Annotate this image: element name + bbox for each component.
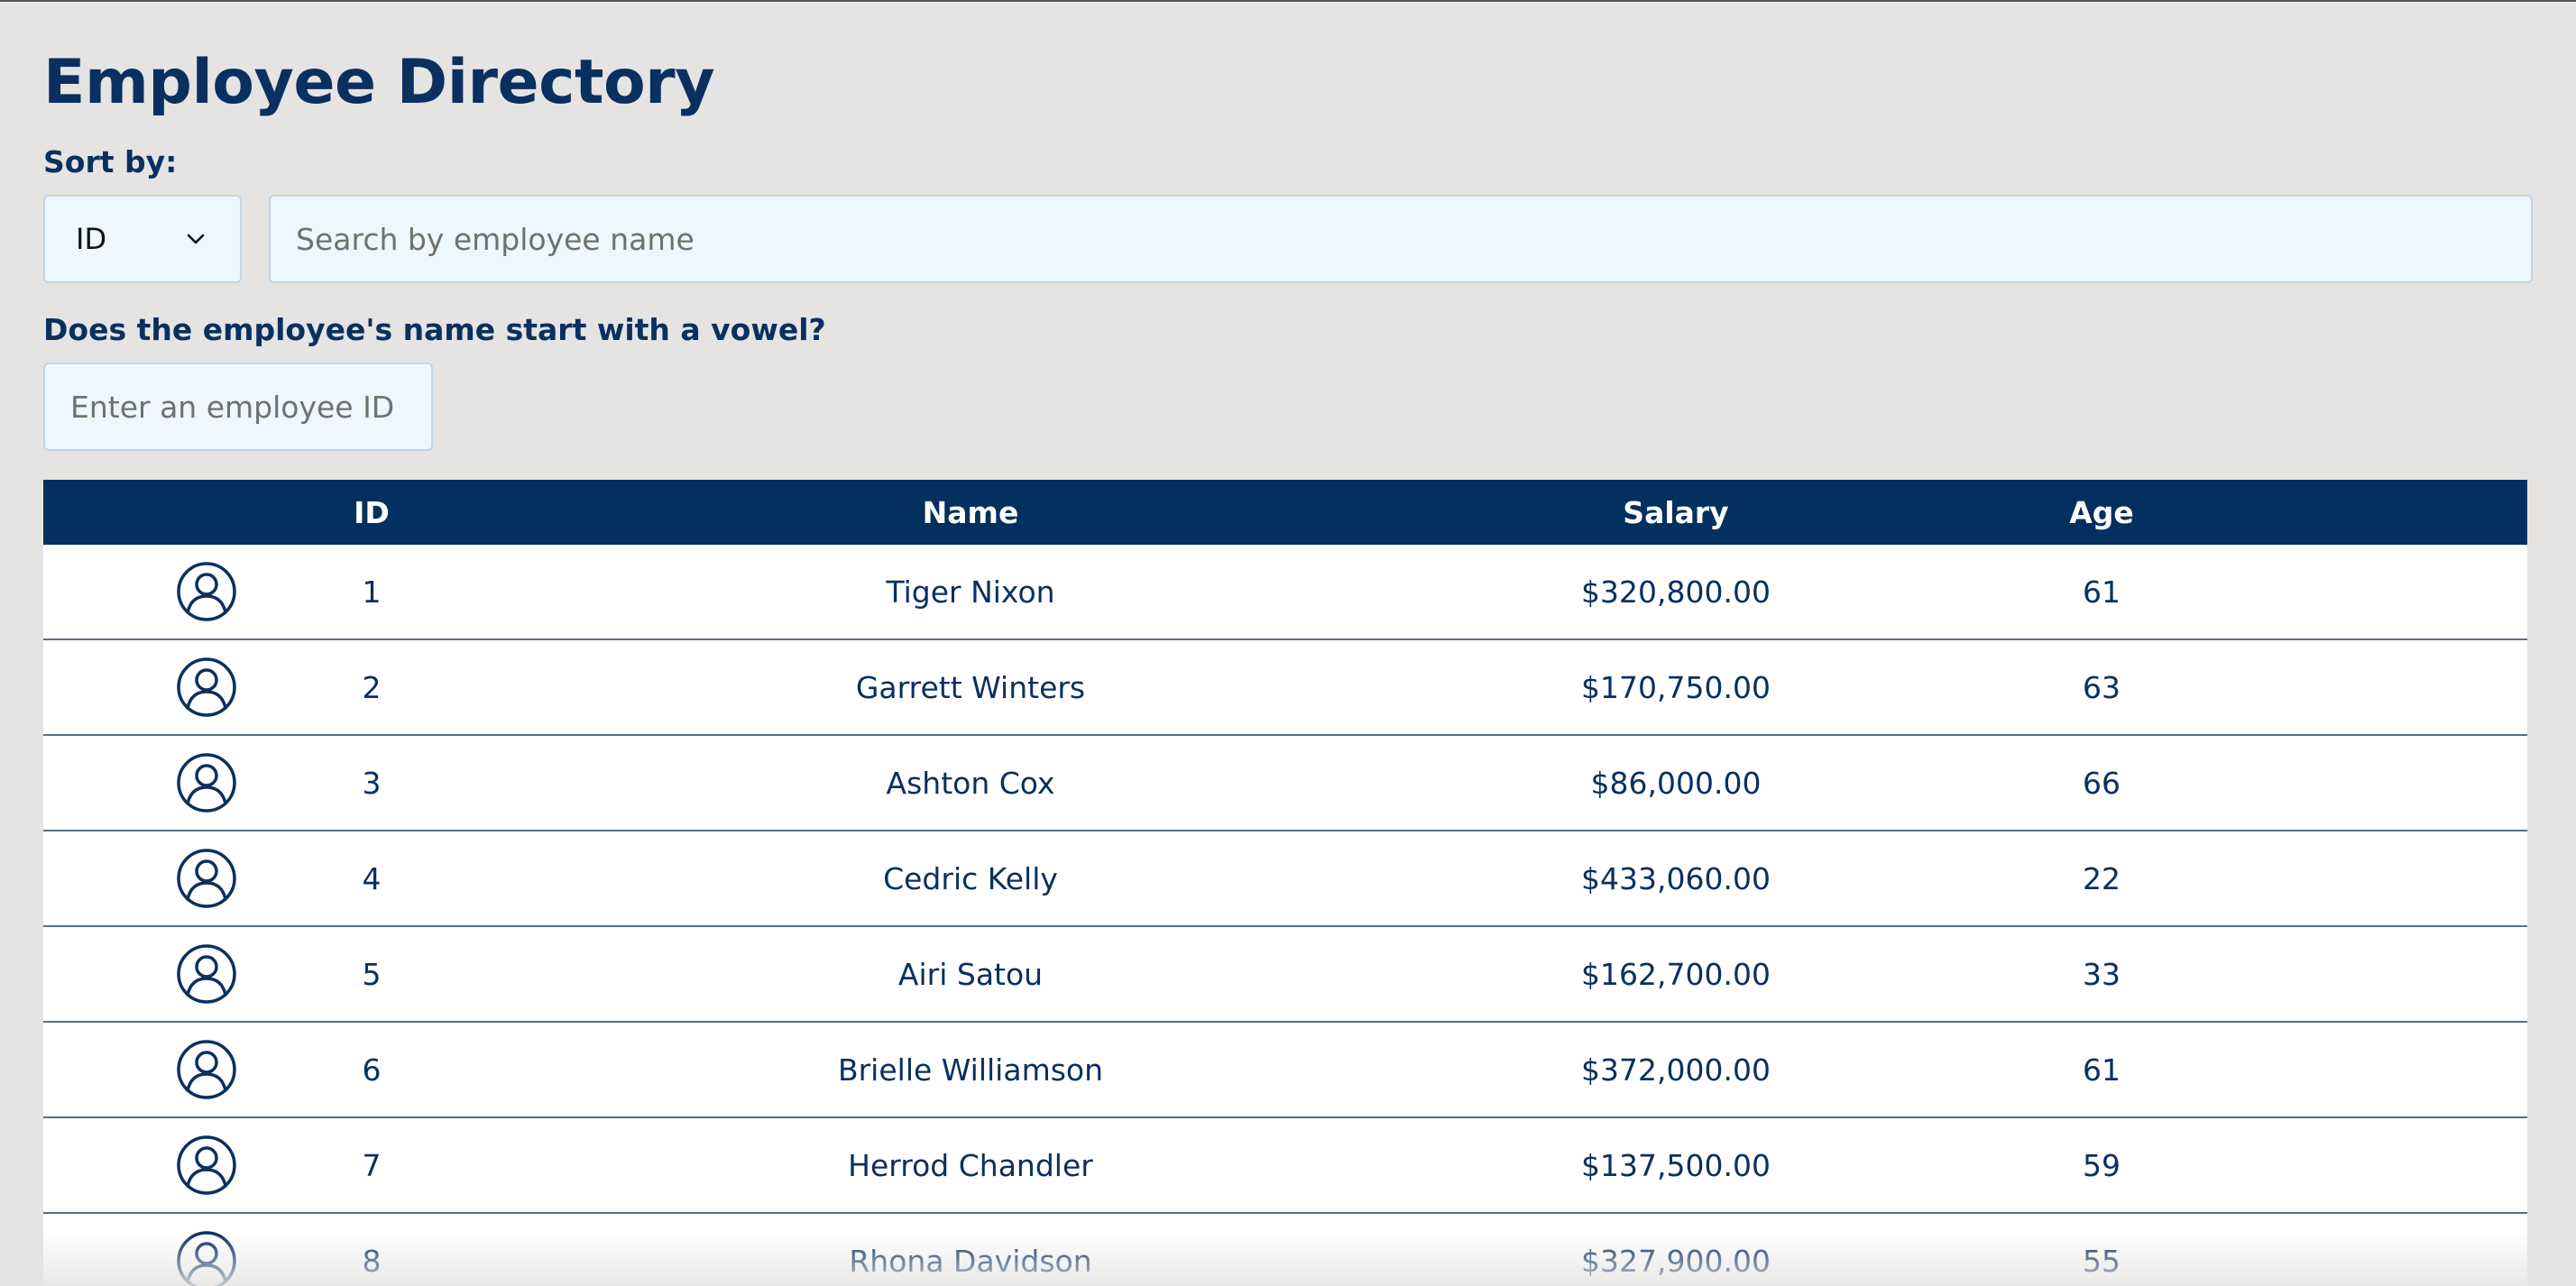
cell-age: 61 — [2083, 574, 2121, 610]
employee-table: ID Name Salary Age 1 Tiger Nixon $320,80… — [43, 480, 2527, 1286]
cell-name: Cedric Kelly — [883, 860, 1058, 896]
chevron-down-icon — [182, 225, 209, 253]
cell-salary: $86,000.00 — [1590, 765, 1762, 801]
cell-salary: $327,900.00 — [1581, 1243, 1771, 1279]
employee-id-input[interactable] — [43, 363, 433, 451]
cell-name: Tiger Nixon — [886, 574, 1055, 610]
cell-id: 6 — [362, 1052, 382, 1088]
table-header: ID Name Salary Age — [43, 480, 2527, 545]
table-row[interactable]: 8 Rhona Davidson $327,900.00 55 — [43, 1214, 2527, 1286]
cell-name: Garrett Winters — [855, 669, 1086, 705]
cell-age: 22 — [2083, 860, 2121, 896]
cell-salary: $372,000.00 — [1581, 1052, 1771, 1088]
header-id: ID — [354, 494, 390, 530]
page-title: Employee Directory — [43, 47, 715, 118]
table-row[interactable]: 4 Cedric Kelly $433,060.00 22 — [43, 831, 2527, 927]
search-input[interactable] — [269, 195, 2533, 283]
header-salary: Salary — [1623, 494, 1729, 530]
sort-selected-value: ID — [76, 222, 107, 256]
controls-row: ID — [43, 195, 2533, 283]
cell-age: 33 — [2083, 956, 2121, 992]
table-row[interactable]: 1 Tiger Nixon $320,800.00 61 — [43, 545, 2527, 640]
table-row[interactable]: 7 Herrod Chandler $137,500.00 59 — [43, 1118, 2527, 1214]
cell-id: 5 — [362, 956, 382, 992]
header-name: Name — [922, 494, 1019, 530]
sort-label: Sort by: — [43, 144, 178, 179]
cell-salary: $137,500.00 — [1581, 1147, 1771, 1183]
sort-select[interactable]: ID — [43, 195, 242, 283]
header-age: Age — [2069, 494, 2134, 530]
cell-id: 4 — [362, 860, 382, 896]
cell-id: 7 — [362, 1147, 382, 1183]
cell-id: 3 — [362, 765, 382, 801]
table-row[interactable]: 2 Garrett Winters $170,750.00 63 — [43, 640, 2527, 736]
cell-age: 61 — [2083, 1052, 2121, 1088]
cell-name: Brielle Williamson — [837, 1052, 1104, 1088]
cell-name: Rhona Davidson — [849, 1243, 1092, 1279]
cell-name: Herrod Chandler — [848, 1147, 1093, 1183]
table-body: 1 Tiger Nixon $320,800.00 61 2 Garrett W… — [43, 545, 2527, 1286]
cell-id: 2 — [362, 669, 382, 705]
cell-name: Airi Satou — [897, 956, 1044, 992]
cell-age: 63 — [2083, 669, 2121, 705]
cell-age: 55 — [2083, 1243, 2121, 1279]
cell-salary: $320,800.00 — [1581, 574, 1771, 610]
cell-name: Ashton Cox — [886, 765, 1055, 801]
cell-id: 1 — [362, 574, 382, 610]
cell-age: 66 — [2083, 765, 2121, 801]
employee-directory-page: Employee Directory Sort by: ID Does the … — [0, 0, 2576, 1286]
vowel-question-label: Does the employee's name start with a vo… — [43, 312, 826, 347]
cell-id: 8 — [362, 1243, 382, 1279]
table-row[interactable]: 3 Ashton Cox $86,000.00 66 — [43, 736, 2527, 831]
cell-salary: $162,700.00 — [1581, 956, 1771, 992]
table-row[interactable]: 5 Airi Satou $162,700.00 33 — [43, 927, 2527, 1023]
cell-salary: $170,750.00 — [1581, 669, 1771, 705]
cell-salary: $433,060.00 — [1581, 860, 1771, 896]
table-row[interactable]: 6 Brielle Williamson $372,000.00 61 — [43, 1023, 2527, 1118]
cell-age: 59 — [2083, 1147, 2121, 1183]
